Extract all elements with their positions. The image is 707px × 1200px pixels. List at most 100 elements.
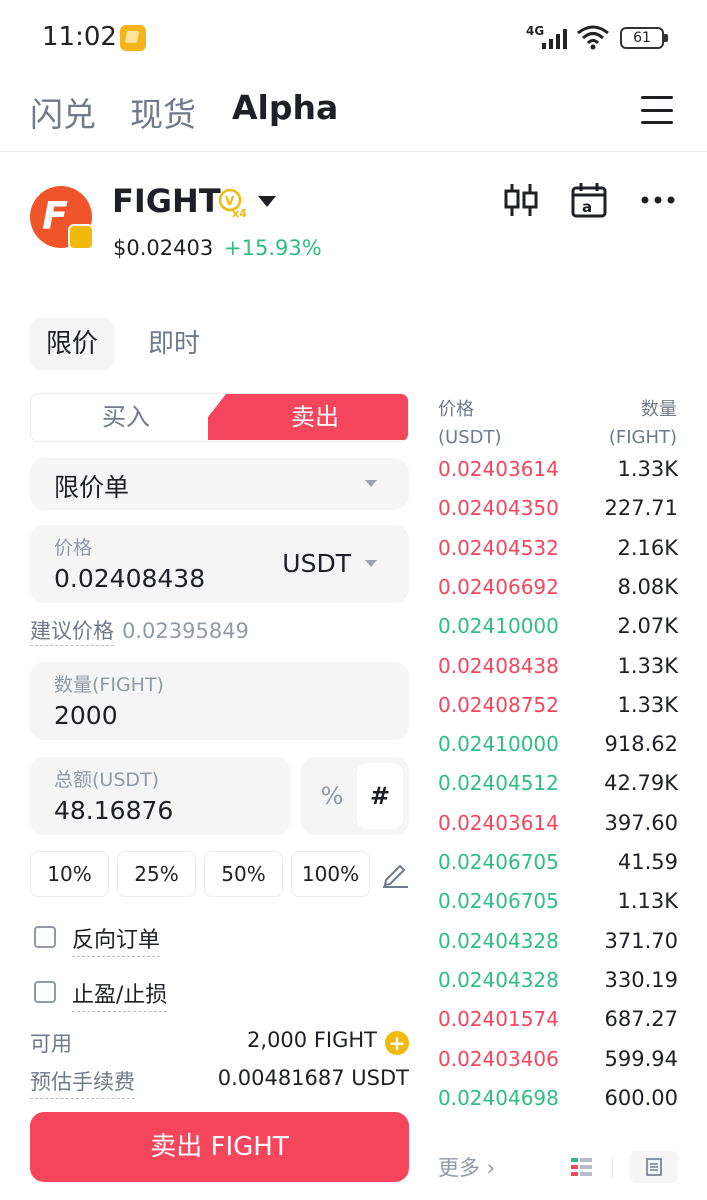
orderbook-row[interactable]: 0.02404512 42.79K xyxy=(438,771,678,810)
orderbook-price: 0.02406705 xyxy=(438,889,559,914)
svg-text:a: a xyxy=(582,198,592,216)
svg-text:V: V xyxy=(225,194,235,208)
tab-spot[interactable]: 现货 xyxy=(130,88,196,136)
divider xyxy=(612,1156,613,1178)
orderbook-price: 0.02404328 xyxy=(438,928,559,953)
calendar-icon[interactable]: a xyxy=(569,180,609,220)
orderbook-more-link[interactable]: 更多 › xyxy=(438,1152,495,1182)
orderbook-row[interactable]: 0.02404698 600.00 xyxy=(438,1086,678,1125)
total-value[interactable]: 48.16876 xyxy=(54,796,173,825)
orderbook-row[interactable]: 0.02403614 1.33K xyxy=(438,457,678,496)
orderbook-qty: 41.59 xyxy=(617,850,678,874)
tab-flash-swap[interactable]: 闪兑 xyxy=(30,88,96,136)
total-label: 总额(USDT) xyxy=(54,769,160,791)
orderbook-row[interactable]: 0.02404328 371.70 xyxy=(438,929,678,968)
menu-icon[interactable] xyxy=(641,96,673,124)
fee-label[interactable]: 预估手续费 xyxy=(30,1066,135,1099)
signal-icon xyxy=(542,29,567,49)
candlestick-chart-icon[interactable] xyxy=(502,180,542,220)
available-value: 2,000 FIGHT + xyxy=(247,1028,409,1055)
orderbook-qty: 1.33K xyxy=(617,457,678,481)
reverse-order-checkbox[interactable] xyxy=(34,926,56,948)
amount-mode-button[interactable]: # xyxy=(357,763,403,829)
sell-tab[interactable]: 卖出 xyxy=(208,394,408,440)
available-label: 可用 xyxy=(30,1032,72,1056)
orderbook-price: 0.02408752 xyxy=(438,692,559,717)
add-funds-icon[interactable]: + xyxy=(385,1031,409,1055)
orderbook-qty: 2.07K xyxy=(617,614,678,639)
list-icon xyxy=(646,1158,662,1176)
orderbook-qty: 42.79K xyxy=(604,771,678,796)
price-input[interactable]: 价格 0.02408438 USDT xyxy=(30,525,409,603)
price-unit-select[interactable]: USDT xyxy=(282,549,351,578)
orderbook-row[interactable]: 0.02410000 2.07K xyxy=(438,614,678,653)
orderbook-row[interactable]: 0.02401574 687.27 xyxy=(438,1007,678,1046)
orderbook-price-header: 价格 (USDT) xyxy=(438,399,502,448)
orderbook-row[interactable]: 0.02404328 330.19 xyxy=(438,968,678,1007)
pct-100-button[interactable]: 100% xyxy=(291,851,370,897)
orderbook-row[interactable]: 0.02410000 918.62 xyxy=(438,732,678,771)
tab-instant[interactable]: 即时 xyxy=(132,318,216,370)
orderbook-price: 0.02403614 xyxy=(438,457,559,481)
orderbook-qty: 687.27 xyxy=(604,1007,678,1032)
orderbook-price: 0.02406705 xyxy=(438,850,559,874)
orderbook-qty: 1.33K xyxy=(617,692,678,717)
orderbook-qty: 227.71 xyxy=(604,496,678,521)
orderbook-row[interactable]: 0.02406692 8.08K xyxy=(438,575,678,614)
orderbook-qty: 1.33K xyxy=(617,653,678,678)
top-nav: 闪兑 现货 Alpha xyxy=(0,80,707,152)
chevron-down-icon xyxy=(365,480,377,487)
order-type-select[interactable]: 限价单 xyxy=(30,458,409,510)
orderbook-qty-header: 数量 (FIGHT) xyxy=(608,399,677,448)
orderbook-row[interactable]: 0.02403614 397.60 xyxy=(438,811,678,850)
total-input[interactable]: 总额(USDT) 48.16876 xyxy=(30,757,290,835)
pct-10-button[interactable]: 10% xyxy=(30,851,109,897)
tp-sl-label[interactable]: 止盈/止损 xyxy=(72,977,168,1012)
suggested-price-label[interactable]: 建议价格 xyxy=(30,619,114,646)
alpha-points-badge-icon: V x4 xyxy=(218,188,247,218)
reverse-order-label[interactable]: 反向订单 xyxy=(72,922,161,957)
tab-limit[interactable]: 限价 xyxy=(30,318,115,370)
buy-tab[interactable]: 买入 xyxy=(31,394,221,440)
percent-mode-button[interactable]: % xyxy=(311,763,353,829)
orderbook-qty: 330.19 xyxy=(604,967,678,992)
quantity-value[interactable]: 2000 xyxy=(54,701,118,730)
token-name[interactable]: FIGHT xyxy=(112,182,221,220)
orderbook-row[interactable]: 0.02404532 2.16K xyxy=(438,536,678,575)
orderbook-qty: 2.16K xyxy=(617,535,678,560)
fee-value: 0.00481687 USDT xyxy=(217,1066,409,1090)
orderbook-qty: 918.62 xyxy=(604,732,678,757)
orderbook-qty: 1.13K xyxy=(617,889,678,914)
orderbook-price: 0.02410000 xyxy=(438,732,559,757)
orderbook-row[interactable]: 0.02408752 1.33K xyxy=(438,693,678,732)
pct-25-button[interactable]: 25% xyxy=(117,851,196,897)
tp-sl-checkbox[interactable] xyxy=(34,981,56,1003)
orderbook-price: 0.02404350 xyxy=(438,496,559,521)
available-row: 可用 2,000 FIGHT + xyxy=(30,1028,409,1058)
price-value[interactable]: 0.02408438 xyxy=(54,564,205,593)
orderbook-row[interactable]: 0.02404350 227.71 xyxy=(438,496,678,535)
orderbook-row[interactable]: 0.02406705 41.59 xyxy=(438,850,678,889)
orderbook-row[interactable]: 0.02408438 1.33K xyxy=(438,654,678,693)
suggested-price: 建议价格 0.02395849 xyxy=(30,615,249,646)
chevron-down-icon xyxy=(365,560,377,567)
edit-icon[interactable] xyxy=(380,858,410,888)
orderbook-row[interactable]: 0.02406705 1.13K xyxy=(438,889,678,928)
sell-submit-button[interactable]: 卖出 FIGHT xyxy=(30,1112,409,1182)
orderbook-qty: 600.00 xyxy=(604,1085,678,1110)
orderbook-qty: 599.94 xyxy=(604,1046,678,1071)
token-dropdown-icon[interactable] xyxy=(258,196,276,207)
orderbook-price: 0.02403614 xyxy=(438,810,559,835)
orderbook-price: 0.02401574 xyxy=(438,1007,559,1032)
side-toggle: 买入 卖出 xyxy=(30,393,409,442)
orderbook-both-view-icon[interactable] xyxy=(571,1158,593,1176)
orderbook-qty: 8.08K xyxy=(617,574,678,599)
quantity-input[interactable]: 数量(FIGHT) 2000 xyxy=(30,662,409,740)
orderbook-price: 0.02404328 xyxy=(438,967,559,992)
orderbook-row[interactable]: 0.02403406 599.94 xyxy=(438,1047,678,1086)
orderbook-list-view-button[interactable] xyxy=(630,1151,678,1183)
tab-alpha[interactable]: Alpha xyxy=(232,88,338,127)
pct-50-button[interactable]: 50% xyxy=(204,851,283,897)
token-price: $0.02403 xyxy=(113,236,214,260)
more-options-icon[interactable] xyxy=(639,180,679,220)
